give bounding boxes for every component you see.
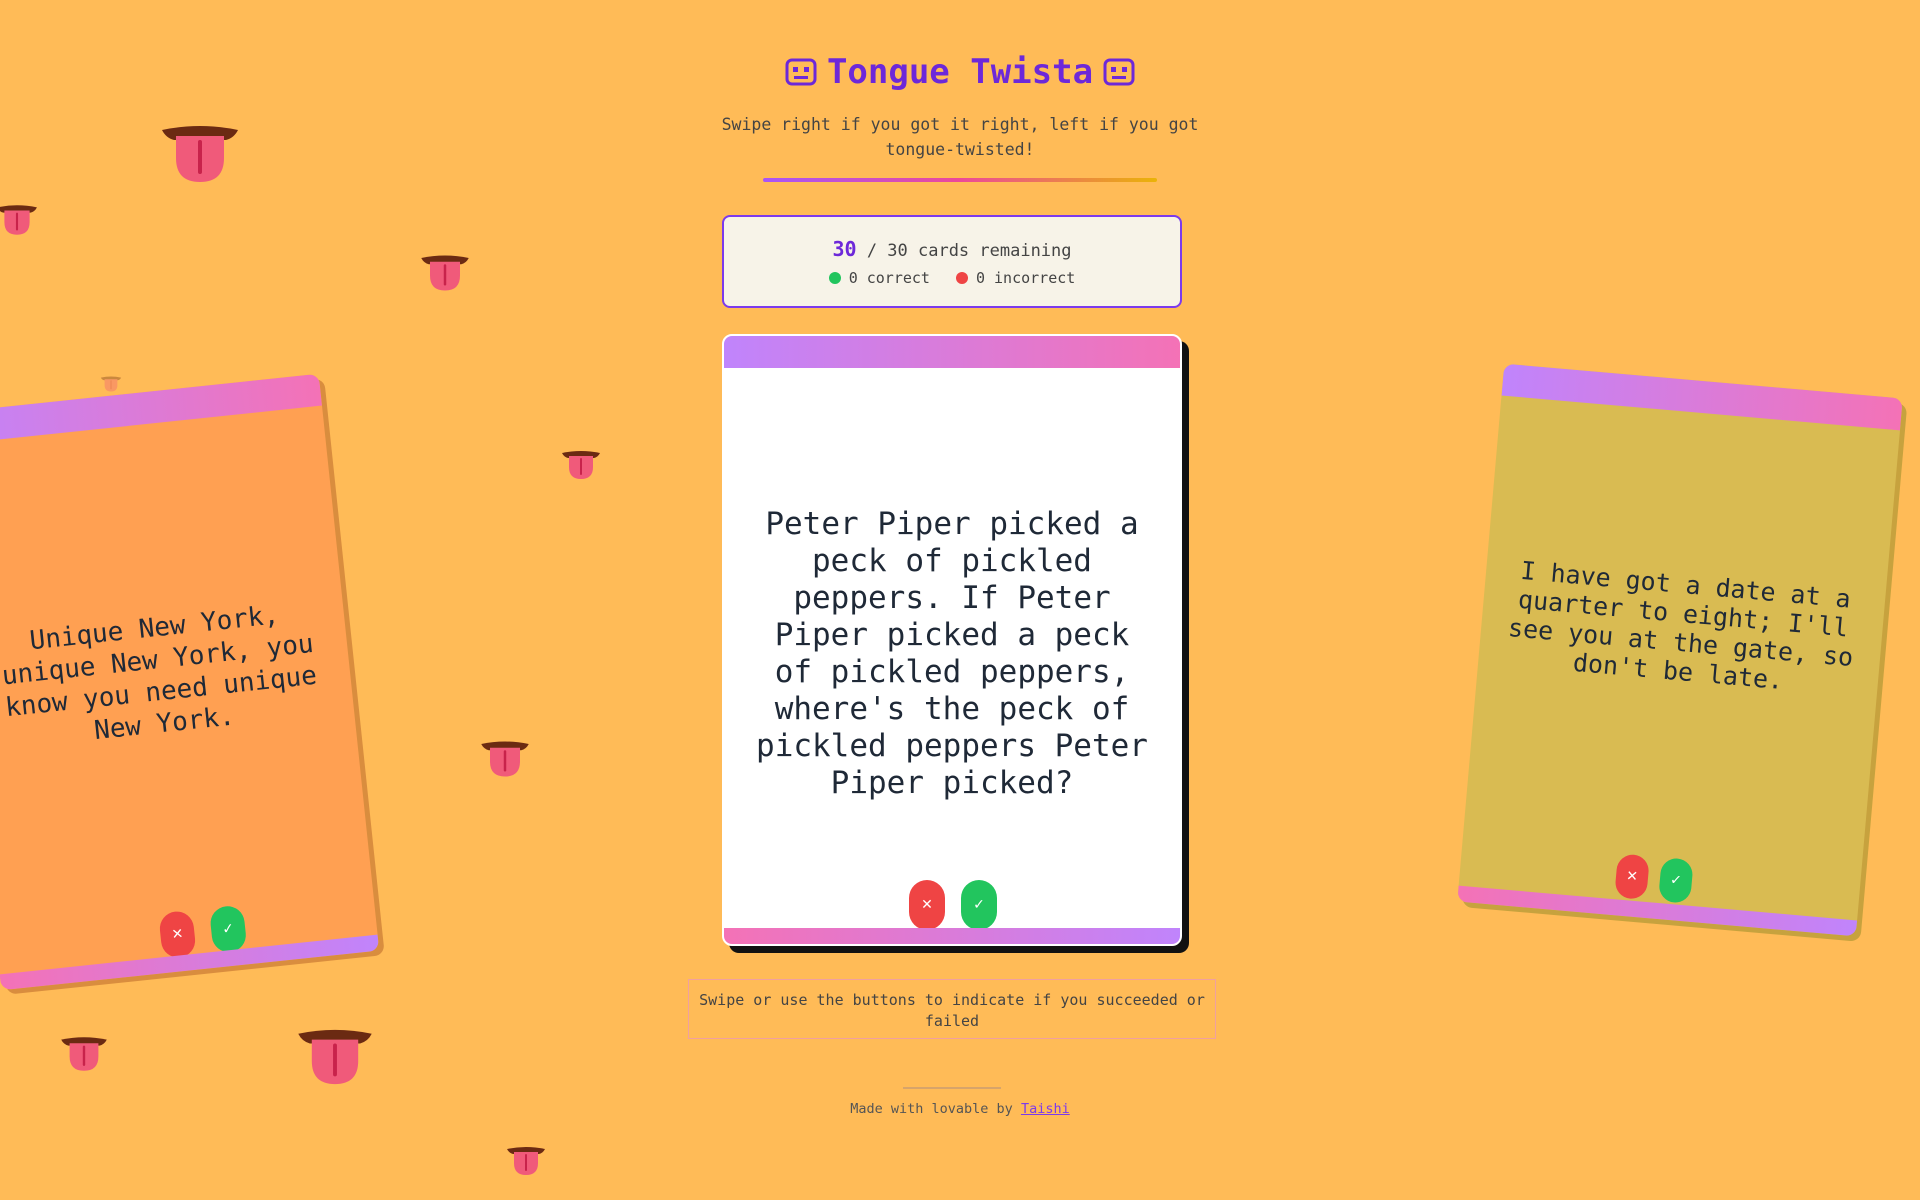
title-text: Tongue Twista bbox=[826, 52, 1094, 92]
tongue-icon bbox=[100, 376, 122, 392]
author-link[interactable]: Taishi bbox=[1021, 1101, 1070, 1117]
previous-card[interactable]: Unique New York, unique New York, you kn… bbox=[0, 373, 380, 991]
tongue-icon bbox=[60, 1036, 108, 1072]
robot-face-icon bbox=[785, 58, 817, 86]
card-text: Peter Piper picked a peck of pickled pep… bbox=[756, 506, 1148, 801]
incorrect-dot-icon bbox=[955, 272, 968, 284]
robot-face-icon bbox=[1103, 58, 1135, 86]
fail-button[interactable]: ✕ bbox=[909, 880, 945, 930]
incorrect-tally: 0 incorrect bbox=[955, 269, 1076, 287]
title-underline bbox=[763, 178, 1157, 182]
fail-button[interactable]: ✕ bbox=[1614, 853, 1650, 900]
remaining-count: 30 bbox=[832, 237, 857, 261]
correct-tally: 0 correct bbox=[828, 269, 930, 287]
card-bottom-bar bbox=[1457, 885, 1858, 937]
next-card[interactable]: I have got a date at a quarter to eight;… bbox=[1457, 363, 1903, 937]
tongue-icon bbox=[420, 254, 470, 292]
tongue-icon bbox=[480, 740, 530, 778]
current-card[interactable]: Peter Piper picked a peck of pickled pep… bbox=[722, 334, 1182, 946]
fail-button[interactable]: ✕ bbox=[158, 909, 197, 960]
footer-divider bbox=[903, 1087, 1001, 1089]
card-bottom-bar bbox=[724, 928, 1180, 944]
tongue-icon bbox=[296, 1028, 374, 1086]
remaining-label: / 30 cards remaining bbox=[866, 241, 1072, 261]
footer: Made with lovable by Taishi bbox=[0, 1101, 1920, 1117]
tongue-icon bbox=[506, 1146, 546, 1176]
score-tallies: 0 correct 0 incorrect bbox=[724, 269, 1180, 287]
correct-dot-icon bbox=[828, 272, 841, 284]
footer-prefix: Made with lovable by bbox=[850, 1101, 1013, 1117]
tongue-icon bbox=[0, 204, 38, 236]
card-top-bar bbox=[1501, 363, 1903, 431]
page-title: Tongue Twista bbox=[785, 52, 1135, 92]
remaining-line: 30 / 30 cards remaining bbox=[724, 237, 1180, 261]
progress-counter: 30 / 30 cards remaining 0 correct 0 inco… bbox=[722, 215, 1182, 308]
correct-count: 0 correct bbox=[848, 269, 930, 287]
subtitle: Swipe right if you got it right, left if… bbox=[721, 115, 1199, 159]
incorrect-count: 0 incorrect bbox=[975, 269, 1076, 287]
tongue-icon bbox=[561, 450, 601, 480]
card-text: I have got a date at a quarter to eight;… bbox=[1506, 555, 1855, 696]
success-button[interactable]: ✓ bbox=[208, 904, 248, 954]
card-top-bar bbox=[724, 336, 1180, 368]
success-button[interactable]: ✓ bbox=[961, 880, 997, 930]
instructions-hint: Swipe or use the buttons to indicate if … bbox=[688, 979, 1216, 1039]
card-top-bar bbox=[0, 373, 322, 446]
page-header: Tongue Twista Swipe right if you got it … bbox=[0, 52, 1920, 182]
card-text: Unique New York, unique New York, you kn… bbox=[0, 600, 319, 747]
success-button[interactable]: ✓ bbox=[1658, 857, 1694, 904]
